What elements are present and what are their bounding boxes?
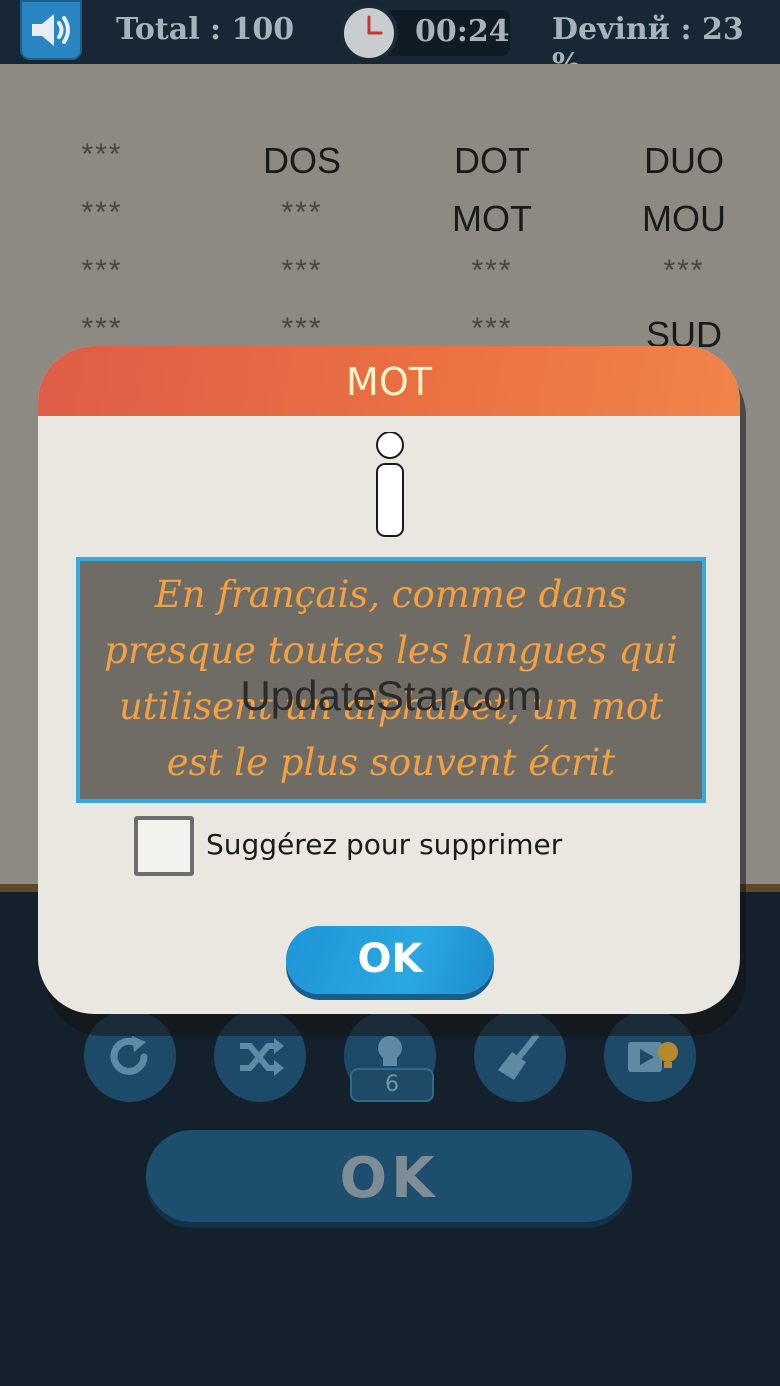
- broom-icon: [498, 1034, 539, 1080]
- speaker-icon: [32, 14, 70, 46]
- word-cell: DUO: [644, 140, 724, 181]
- word-cell: DOT: [454, 140, 530, 181]
- word-cell: ***: [281, 254, 323, 287]
- suggest-delete-label[interactable]: Suggérez pour supprimer: [206, 828, 562, 861]
- word-cell: ***: [81, 254, 123, 287]
- clock-icon: [340, 4, 398, 62]
- dialog-ok-label: OK: [357, 936, 423, 982]
- timer-value: 00:24: [415, 14, 510, 49]
- sound-toggle-button[interactable]: [20, 0, 82, 60]
- word-cell: DOS: [262, 140, 341, 181]
- word-cell: ***: [81, 312, 123, 345]
- word-cell: ***: [471, 254, 513, 287]
- refresh-icon: [110, 1036, 148, 1075]
- dialog-title: MOT: [346, 360, 432, 404]
- video-hint-icon: [628, 1042, 678, 1072]
- total-words: Total : 100: [116, 12, 295, 47]
- word-cell: MOU: [642, 198, 726, 239]
- shuffle-icon: [240, 1038, 284, 1076]
- word-cell: ***: [81, 196, 123, 229]
- word-cell: ***: [281, 196, 323, 229]
- word-cell: ***: [81, 138, 123, 171]
- word-cell: ***: [281, 312, 323, 345]
- submit-button-label: OK: [339, 1146, 439, 1211]
- word-cell: ***: [663, 254, 705, 287]
- hint-count-badge: 6: [350, 1068, 434, 1102]
- suggest-delete-checkbox[interactable]: [134, 816, 194, 876]
- word-cell: MOT: [452, 198, 532, 239]
- info-icon: [376, 432, 404, 537]
- word-cell: ***: [471, 312, 513, 345]
- watermark: UpdateStar.com: [240, 672, 542, 719]
